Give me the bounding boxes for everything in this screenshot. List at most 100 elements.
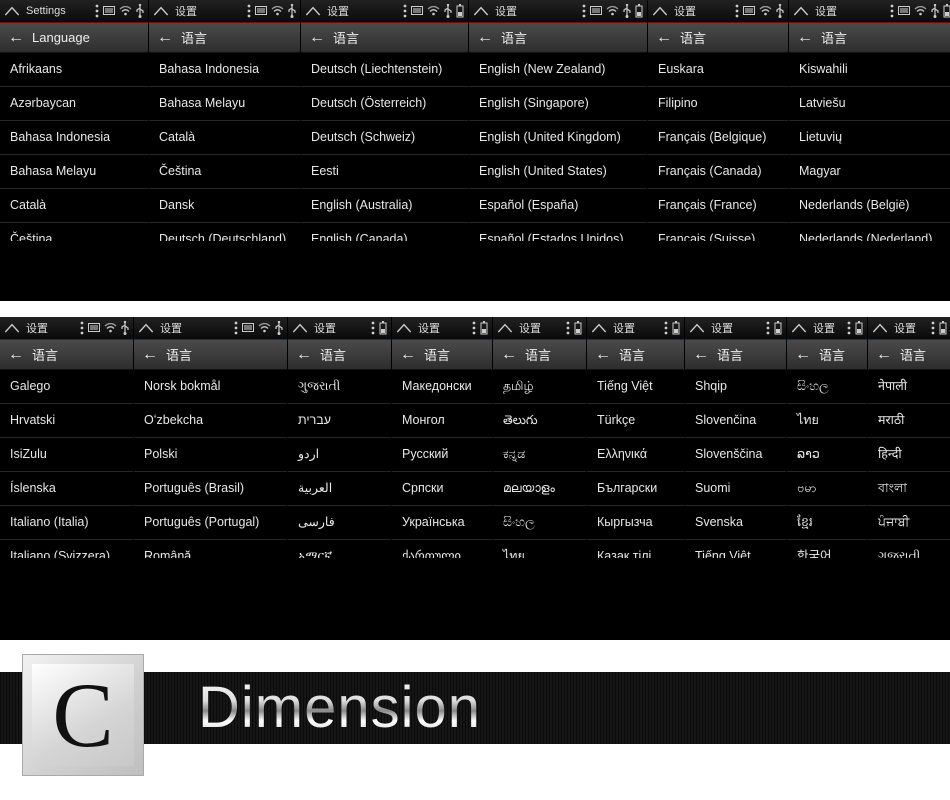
language-list[interactable]: GalegoHrvatskiIsiZuluÍslenskaItaliano (I… <box>0 370 133 640</box>
home-icon[interactable] <box>396 322 412 334</box>
list-item[interactable]: Deutsch (Schweiz) <box>301 121 468 155</box>
home-icon[interactable] <box>473 5 489 17</box>
list-item[interactable]: සිංහල <box>787 370 867 404</box>
home-icon[interactable] <box>689 322 705 334</box>
list-item[interactable]: Italiano (Italia) <box>0 506 133 540</box>
home-icon[interactable] <box>292 322 308 334</box>
list-item[interactable]: Bahasa Indonesia <box>149 53 300 87</box>
list-item[interactable]: Čeština <box>149 155 300 189</box>
list-item[interactable]: Tiếng Việt <box>685 540 786 558</box>
language-list[interactable]: EuskaraFilipinoFrançais (Belgique)França… <box>648 53 788 301</box>
language-list[interactable]: Tiếng ViệtTürkçeΕλληνικάБългарскиКыргызч… <box>587 370 684 640</box>
list-item[interactable]: ગુજરાતી <box>868 540 950 558</box>
list-item[interactable]: ဗမာ <box>787 472 867 506</box>
list-item[interactable]: Kiswahili <box>789 53 950 87</box>
language-list[interactable]: नेपालीमराठीहिन्दीবাংলাਪੰਜਾਬੀગુજરાતી <box>868 370 950 640</box>
list-item[interactable]: Tiếng Việt <box>587 370 684 404</box>
back-arrow-icon[interactable]: ← <box>8 30 24 46</box>
list-item[interactable]: አማርኛ <box>288 540 391 558</box>
language-list[interactable]: Deutsch (Liechtenstein)Deutsch (Österrei… <box>301 53 468 301</box>
list-item[interactable]: Français (Canada) <box>648 155 788 189</box>
back-arrow-icon[interactable]: ← <box>477 30 493 46</box>
list-item[interactable]: 한국어 <box>787 540 867 558</box>
list-item[interactable]: English (New Zealand) <box>469 53 647 87</box>
list-item[interactable]: Magyar <box>789 155 950 189</box>
back-arrow-icon[interactable]: ← <box>656 30 672 46</box>
list-item[interactable]: Português (Portugal) <box>134 506 287 540</box>
home-icon[interactable] <box>138 322 154 334</box>
back-arrow-icon[interactable]: ← <box>595 347 611 363</box>
language-list[interactable]: Norsk bokmålOʻzbekchaPolskiPortuguês (Br… <box>134 370 287 640</box>
list-item[interactable]: Nederlands (België) <box>789 189 950 223</box>
list-item[interactable]: മലയാളം <box>493 472 586 506</box>
language-list[interactable]: KiswahiliLatviešuLietuviųMagyarNederland… <box>789 53 950 301</box>
back-arrow-icon[interactable]: ← <box>400 347 416 363</box>
list-item[interactable]: Bahasa Melayu <box>149 87 300 121</box>
language-list[interactable]: AfrikaansAzərbaycanBahasa IndonesiaBahas… <box>0 53 148 301</box>
list-item[interactable]: Lietuvių <box>789 121 950 155</box>
list-item[interactable]: Deutsch (Österreich) <box>301 87 468 121</box>
list-item[interactable]: ქართული <box>392 540 492 558</box>
list-item[interactable]: English (Australia) <box>301 189 468 223</box>
list-item[interactable]: Français (Suisse) <box>648 223 788 241</box>
list-item[interactable]: Slovenščina <box>685 438 786 472</box>
list-item[interactable]: Español (España) <box>469 189 647 223</box>
list-item[interactable]: Azərbaycan <box>0 87 148 121</box>
list-item[interactable]: Svenska <box>685 506 786 540</box>
list-item[interactable]: Қазақ тілі <box>587 540 684 558</box>
list-item[interactable]: Português (Brasil) <box>134 472 287 506</box>
list-item[interactable]: मराठी <box>868 404 950 438</box>
list-item[interactable]: Norsk bokmål <box>134 370 287 404</box>
language-list[interactable]: தமிழ்తెలుగుಕನ್ನಡമലയാളംසිංහලไทย <box>493 370 586 640</box>
list-item[interactable]: Русский <box>392 438 492 472</box>
back-arrow-icon[interactable]: ← <box>693 347 709 363</box>
language-list[interactable]: සිංහලไทยລາວဗမာខ្មែរ한국어 <box>787 370 867 640</box>
list-item[interactable]: Afrikaans <box>0 53 148 87</box>
list-item[interactable]: ខ្មែរ <box>787 506 867 540</box>
list-item[interactable]: Italiano (Svizzera) <box>0 540 133 558</box>
home-icon[interactable] <box>4 5 20 17</box>
list-item[interactable]: ไทย <box>787 404 867 438</box>
list-item[interactable]: සිංහල <box>493 506 586 540</box>
list-item[interactable]: Deutsch (Liechtenstein) <box>301 53 468 87</box>
list-item[interactable]: עברית <box>288 404 391 438</box>
home-icon[interactable] <box>305 5 321 17</box>
list-item[interactable]: Español (Estados Unidos) <box>469 223 647 241</box>
back-arrow-icon[interactable]: ← <box>309 30 325 46</box>
list-item[interactable]: Català <box>0 189 148 223</box>
language-list[interactable]: МакедонскиМонголРусскийСрпскиУкраїнськаქ… <box>392 370 492 640</box>
language-list[interactable]: ShqipSlovenčinaSlovenščinaSuomiSvenskaTi… <box>685 370 786 640</box>
home-icon[interactable] <box>4 322 20 334</box>
list-item[interactable]: ગુજરાતી <box>288 370 391 404</box>
list-item[interactable]: Polski <box>134 438 287 472</box>
list-item[interactable]: Euskara <box>648 53 788 87</box>
list-item[interactable]: Català <box>149 121 300 155</box>
list-item[interactable]: Filipino <box>648 87 788 121</box>
list-item[interactable]: العربية <box>288 472 391 506</box>
list-item[interactable]: Galego <box>0 370 133 404</box>
home-icon[interactable] <box>652 5 668 17</box>
list-item[interactable]: Македонски <box>392 370 492 404</box>
list-item[interactable]: Српски <box>392 472 492 506</box>
list-item[interactable]: नेपाली <box>868 370 950 404</box>
list-item[interactable]: Slovenčina <box>685 404 786 438</box>
back-arrow-icon[interactable]: ← <box>876 347 892 363</box>
home-icon[interactable] <box>591 322 607 334</box>
list-item[interactable]: Latviešu <box>789 87 950 121</box>
language-list[interactable]: Bahasa IndonesiaBahasa MelayuCatalàČešti… <box>149 53 300 301</box>
list-item[interactable]: English (United States) <box>469 155 647 189</box>
list-item[interactable]: Eesti <box>301 155 468 189</box>
home-icon[interactable] <box>791 322 807 334</box>
home-icon[interactable] <box>497 322 513 334</box>
list-item[interactable]: Hrvatski <box>0 404 133 438</box>
list-item[interactable]: Кыргызча <box>587 506 684 540</box>
list-item[interactable]: Íslenska <box>0 472 133 506</box>
language-list[interactable]: English (New Zealand)English (Singapore)… <box>469 53 647 301</box>
list-item[interactable]: Français (Belgique) <box>648 121 788 155</box>
back-arrow-icon[interactable]: ← <box>142 347 158 363</box>
home-icon[interactable] <box>872 322 888 334</box>
list-item[interactable]: Nederlands (Nederland) <box>789 223 950 241</box>
list-item[interactable]: Українська <box>392 506 492 540</box>
back-arrow-icon[interactable]: ← <box>296 347 312 363</box>
list-item[interactable]: বাংলা <box>868 472 950 506</box>
